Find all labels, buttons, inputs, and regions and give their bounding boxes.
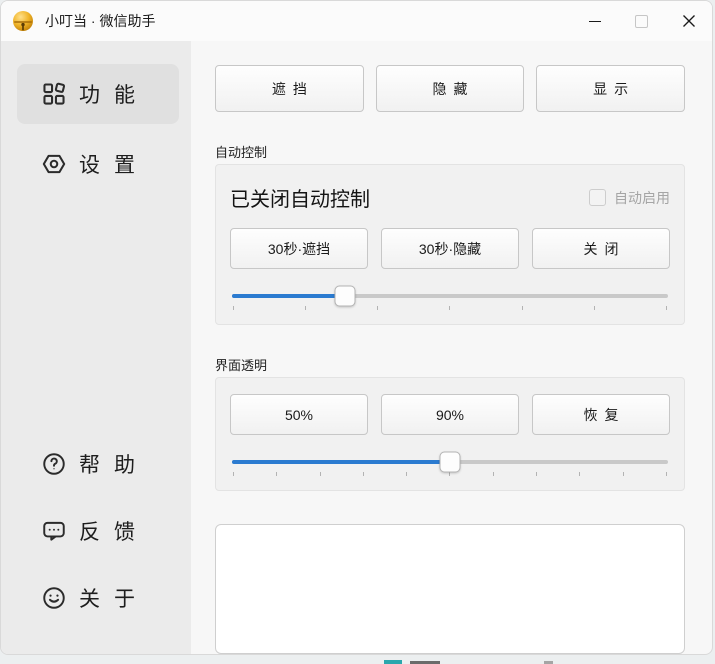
transparency-buttons-row: 50% 90% 恢复 bbox=[230, 394, 670, 435]
minimize-button[interactable] bbox=[571, 1, 618, 41]
slider-tick bbox=[363, 472, 364, 476]
sidebar-item-about[interactable]: 关于 bbox=[17, 568, 179, 628]
sidebar-item-settings[interactable]: 设置 bbox=[17, 134, 179, 194]
slider-tick bbox=[233, 306, 234, 310]
slider-track[interactable] bbox=[232, 294, 668, 298]
auto-control-off-button[interactable]: 关闭 bbox=[532, 228, 670, 269]
auto-enable-checkbox[interactable]: 自动启用 bbox=[589, 188, 670, 208]
transparency-slider[interactable] bbox=[232, 460, 668, 476]
slider-tick bbox=[305, 306, 306, 310]
auto-enable-checkbox-label: 自动启用 bbox=[614, 188, 670, 208]
sidebar-item-feedback[interactable]: 反馈 bbox=[17, 501, 179, 561]
checkbox-icon bbox=[589, 189, 606, 206]
transparency-panel: 50% 90% 恢复 bbox=[215, 377, 685, 491]
sidebar-bottom-group: 帮助 反馈 bbox=[1, 434, 191, 635]
slider-tick bbox=[449, 472, 450, 476]
taskbar-sliver bbox=[0, 655, 715, 664]
slider-tick bbox=[493, 472, 494, 476]
sidebar-item-help[interactable]: 帮助 bbox=[17, 434, 179, 494]
slider-fill bbox=[232, 460, 450, 464]
sidebar-item-label: 帮助 bbox=[79, 449, 149, 479]
close-icon bbox=[682, 14, 696, 28]
slider-tick bbox=[666, 306, 667, 310]
slider-tick bbox=[579, 472, 580, 476]
hide-button[interactable]: 隐藏 bbox=[376, 65, 525, 112]
sidebar: 功能 设置 bbox=[1, 41, 191, 654]
sidebar-item-label: 关于 bbox=[79, 583, 149, 613]
slider-tick bbox=[320, 472, 321, 476]
auto-control-slider[interactable] bbox=[232, 294, 668, 310]
sidebar-item-label: 反馈 bbox=[79, 516, 149, 546]
log-textarea[interactable] bbox=[215, 524, 685, 654]
smiley-face-icon bbox=[41, 585, 67, 611]
transparency-section-label: 界面透明 bbox=[215, 355, 685, 374]
auto-control-section-label: 自动控制 bbox=[215, 142, 685, 161]
cover-button[interactable]: 遮挡 bbox=[215, 65, 364, 112]
slider-tick bbox=[666, 472, 667, 476]
apps-grid-icon bbox=[41, 81, 67, 107]
slider-tick bbox=[594, 306, 595, 310]
opacity-90-button[interactable]: 90% bbox=[381, 394, 519, 435]
slider-tick bbox=[449, 306, 450, 310]
opacity-restore-button[interactable]: 恢复 bbox=[532, 394, 670, 435]
app-window: 小叮当 · 微信助手 bbox=[0, 0, 713, 655]
slider-ticks bbox=[232, 306, 668, 310]
window-controls bbox=[571, 1, 712, 41]
sidebar-item-label: 功能 bbox=[79, 79, 149, 109]
feedback-bubble-icon bbox=[41, 518, 67, 544]
quick-actions-row: 遮挡 隐藏 显示 bbox=[215, 65, 685, 112]
show-button[interactable]: 显示 bbox=[536, 65, 685, 112]
window-title: 小叮当 · 微信助手 bbox=[45, 11, 155, 31]
sidebar-item-label: 设置 bbox=[79, 149, 149, 179]
slider-tick bbox=[522, 306, 523, 310]
title-bar: 小叮当 · 微信助手 bbox=[1, 1, 712, 41]
slider-ticks bbox=[232, 472, 668, 476]
slider-tick bbox=[406, 472, 407, 476]
auto-control-buttons-row: 30秒·遮挡 30秒·隐藏 关闭 bbox=[230, 228, 670, 269]
taskbar-app-speck-teal bbox=[384, 660, 402, 664]
auto-control-status-heading: 已关闭自动控制 bbox=[230, 183, 370, 212]
maximize-icon bbox=[635, 15, 648, 28]
app-bell-icon bbox=[11, 9, 35, 33]
slider-thumb[interactable] bbox=[440, 452, 461, 473]
slider-thumb[interactable] bbox=[335, 286, 356, 307]
opacity-50-button[interactable]: 50% bbox=[230, 394, 368, 435]
sidebar-item-features[interactable]: 功能 bbox=[17, 64, 179, 124]
cover-30s-button[interactable]: 30秒·遮挡 bbox=[230, 228, 368, 269]
slider-tick bbox=[276, 472, 277, 476]
close-button[interactable] bbox=[665, 1, 712, 41]
help-circle-icon bbox=[41, 451, 67, 477]
slider-tick bbox=[623, 472, 624, 476]
slider-track[interactable] bbox=[232, 460, 668, 464]
hexagon-nut-settings-icon bbox=[41, 151, 67, 177]
slider-fill bbox=[232, 294, 345, 298]
minimize-icon bbox=[589, 21, 601, 22]
main-content: 遮挡 隐藏 显示 自动控制 已关闭自动控制 自动启用 30秒·遮挡 30秒·隐藏… bbox=[191, 41, 712, 654]
auto-control-panel: 已关闭自动控制 自动启用 30秒·遮挡 30秒·隐藏 关闭 bbox=[215, 164, 685, 325]
slider-tick bbox=[536, 472, 537, 476]
maximize-button[interactable] bbox=[618, 1, 665, 41]
hide-30s-button[interactable]: 30秒·隐藏 bbox=[381, 228, 519, 269]
slider-tick bbox=[377, 306, 378, 310]
slider-tick bbox=[233, 472, 234, 476]
